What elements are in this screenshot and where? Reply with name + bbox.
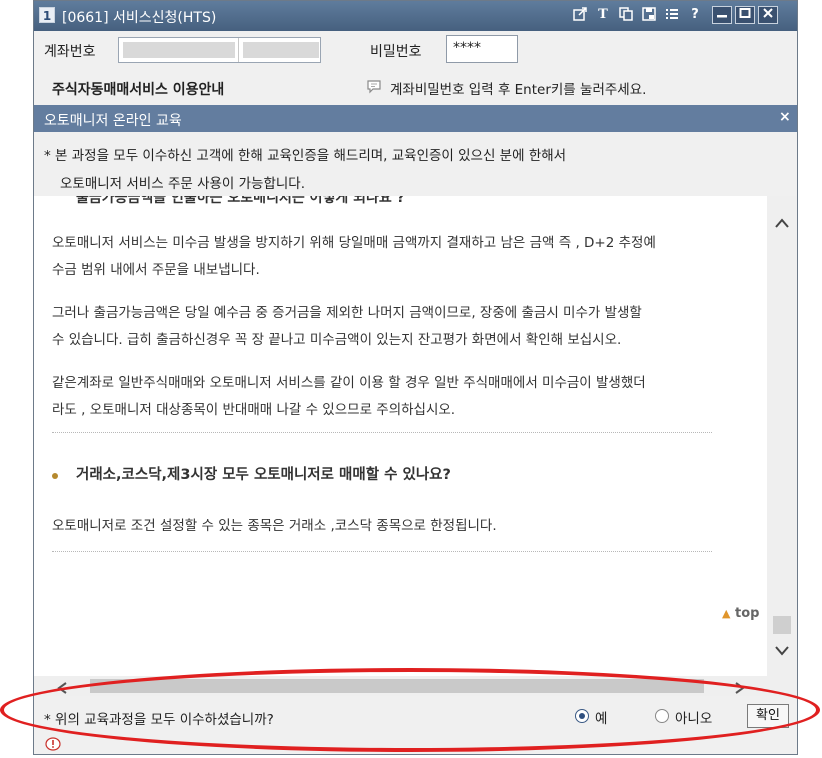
section-divider bbox=[52, 432, 712, 433]
edu-header-bar: 오토매니저 온라인 교육 × bbox=[34, 105, 797, 132]
save-icon[interactable] bbox=[641, 7, 657, 23]
completion-confirm-bar: * 위의 교육과정을 모두 이수하셨습니까? 예 아니오 확인 bbox=[34, 696, 797, 754]
paragraph-2-line-1: 그러나 출금가능금액은 당일 예수금 중 증거금을 제외한 나머지 금액이므로,… bbox=[52, 305, 642, 321]
confirm-button[interactable]: 확인 bbox=[747, 704, 789, 728]
account-number-masked bbox=[123, 42, 235, 58]
radio-no[interactable]: 아니오 bbox=[655, 706, 735, 727]
top-link[interactable]: ▲ top bbox=[722, 606, 759, 621]
radio-no-label: 아니오 bbox=[675, 711, 713, 727]
paragraph-3-line-2: 라도 , 오토매니저 대상종목이 반대매매 나갈 수 있으므로 주의하십시오. bbox=[52, 402, 456, 418]
title-bar[interactable]: 1 [0661] 서비스신청(HTS) T ? bbox=[34, 1, 797, 31]
password-field[interactable]: **** bbox=[446, 35, 518, 63]
account-name-masked bbox=[243, 42, 319, 58]
answer-paragraph-1: 오토매니저 서비스는 미수금 발생을 방지하기 위해 당일매매 금액까지 결재하… bbox=[52, 230, 766, 284]
completion-question: * 위의 교육과정을 모두 이수하셨습니까? bbox=[44, 712, 274, 728]
paragraph-1-line-2: 수금 범위 내에서 주문을 내보냅니다. bbox=[52, 262, 260, 278]
paragraph-1-line-1: 오토매니저 서비스는 미수금 발생을 방지하기 위해 당일매매 금액까지 결재하… bbox=[52, 235, 656, 251]
account-label: 계좌번호 bbox=[44, 44, 96, 60]
edu-notice-line1: * 본 과정을 모두 이수하신 고객에 한해 교육인증을 해드리며, 교육인증이… bbox=[44, 148, 567, 164]
radio-no-circle[interactable] bbox=[655, 709, 669, 723]
window-title: [0661] 서비스신청(HTS) bbox=[62, 10, 217, 26]
radio-yes-label: 예 bbox=[595, 711, 608, 727]
faq-answer: 오토매니저로 조건 설정할 수 있는 종목은 거래소 ,코스닥 종목으로 한정됩… bbox=[52, 513, 766, 540]
bullet-icon bbox=[52, 473, 58, 479]
copy-icon[interactable] bbox=[618, 7, 634, 23]
edu-notice-line2: 오토매니저 서비스 주문 사용이 가능합니다. bbox=[60, 176, 306, 192]
scroll-thumb[interactable] bbox=[773, 616, 791, 634]
faq-answer-line: 오토매니저로 조건 설정할 수 있는 종목은 거래소 ,코스닥 종목으로 한정됩… bbox=[52, 518, 497, 534]
edu-notice: * 본 과정을 모두 이수하신 고객에 한해 교육인증을 해드리며, 교육인증이… bbox=[34, 132, 797, 196]
list-icon[interactable] bbox=[664, 7, 680, 23]
cut-off-heading: 출금가능금액을 인출하는 오토매니저는 어떻게 되나요 ? bbox=[76, 196, 405, 206]
link-icon[interactable] bbox=[572, 7, 588, 23]
top-link-label: top bbox=[735, 606, 760, 621]
edu-header-title: 오토매니저 온라인 교육 bbox=[44, 113, 182, 129]
window-number-badge: 1 bbox=[39, 7, 55, 23]
help-icon[interactable]: ? bbox=[687, 7, 703, 23]
alert-icon bbox=[45, 736, 61, 754]
service-request-window: 1 [0661] 서비스신청(HTS) T ? 계좌번호 비밀번호 **** 주… bbox=[33, 0, 798, 755]
account-field-divider bbox=[238, 38, 239, 62]
paragraph-2-line-2: 수 있습니다. 급히 출금하신경우 꼭 장 끝나고 미수금액이 있는지 잔고평가… bbox=[52, 332, 622, 348]
service-title: 주식자동매매서비스 이용안내 bbox=[52, 82, 225, 98]
faq-question: 거래소,코스닥,제3시장 모두 오토매니저로 매매할 수 있나요? bbox=[76, 467, 451, 483]
maximize-icon[interactable] bbox=[735, 6, 755, 24]
edu-content-panel: 출금가능금액을 인출하는 오토매니저는 어떻게 되나요 ? 오토매니저 서비스는… bbox=[34, 196, 767, 676]
answer-paragraph-3: 같은계좌로 일반주식매매와 오토매니저 서비스를 같이 이용 할 경우 일반 주… bbox=[52, 370, 766, 424]
caret-up-icon: ▲ bbox=[722, 607, 731, 620]
password-hint: 계좌비밀번호 입력 후 Enter키를 눌러주세요. bbox=[390, 82, 647, 98]
radio-yes-dot bbox=[579, 713, 585, 719]
radio-yes-circle[interactable] bbox=[575, 709, 589, 723]
scroll-up-icon[interactable] bbox=[774, 214, 790, 233]
radio-yes[interactable]: 예 bbox=[575, 706, 635, 727]
scroll-down-icon[interactable] bbox=[774, 642, 790, 661]
section-divider bbox=[52, 551, 712, 552]
speech-bubble-icon bbox=[366, 79, 382, 95]
horizontal-scroll-thumb[interactable] bbox=[90, 679, 704, 693]
password-label: 비밀번호 bbox=[370, 44, 422, 60]
edu-close-icon[interactable]: × bbox=[779, 109, 791, 125]
paragraph-3-line-1: 같은계좌로 일반주식매매와 오토매니저 서비스를 같이 이용 할 경우 일반 주… bbox=[52, 375, 646, 391]
horizontal-scrollbar[interactable] bbox=[34, 676, 797, 696]
account-number-field[interactable] bbox=[118, 37, 321, 63]
text-size-icon[interactable]: T bbox=[595, 7, 611, 23]
close-icon[interactable] bbox=[758, 6, 778, 24]
answer-paragraph-2: 그러나 출금가능금액은 당일 예수금 중 증거금을 제외한 나머지 금액이므로,… bbox=[52, 300, 766, 354]
minimize-icon[interactable] bbox=[712, 6, 732, 24]
vertical-scrollbar[interactable] bbox=[767, 196, 797, 676]
